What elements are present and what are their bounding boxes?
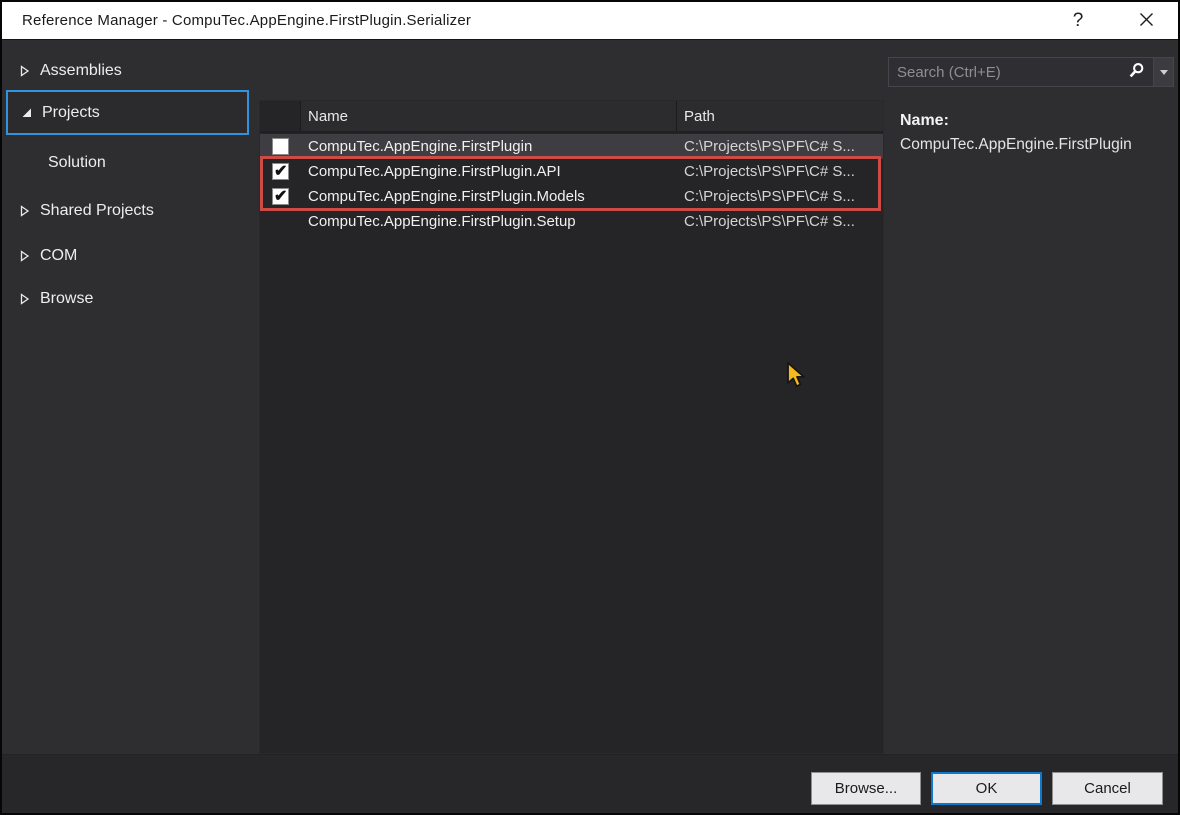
chevron-right-icon (20, 250, 34, 262)
project-name: CompuTec.AppEngine.FirstPlugin.Models (301, 188, 677, 205)
project-path: C:\Projects\PS\PF\C# S... (677, 138, 883, 155)
sidebar-item-browse[interactable]: Browse (2, 285, 252, 313)
project-path: C:\Projects\PS\PF\C# S... (677, 163, 883, 180)
search-box (888, 57, 1174, 87)
browse-button[interactable]: Browse... (811, 772, 921, 805)
search-options-dropdown[interactable] (1153, 58, 1173, 86)
details-panel: Name: CompuTec.AppEngine.FirstPlugin (900, 112, 1176, 154)
chevron-down-icon (1160, 70, 1168, 75)
reference-checkbox[interactable] (272, 163, 289, 180)
window-title: Reference Manager - CompuTec.AppEngine.F… (22, 12, 471, 29)
column-header-name[interactable]: Name (301, 101, 677, 131)
table-row[interactable]: CompuTec.AppEngine.FirstPlugin.API C:\Pr… (260, 159, 883, 184)
row-checkbox-cell (260, 138, 301, 155)
project-name: CompuTec.AppEngine.FirstPlugin (301, 138, 677, 155)
table-row[interactable]: CompuTec.AppEngine.FirstPlugin.Models C:… (260, 184, 883, 209)
detail-name-value: CompuTec.AppEngine.FirstPlugin (900, 136, 1176, 154)
sidebar-item-label: Solution (48, 154, 106, 172)
sidebar-item-label: COM (40, 247, 77, 265)
search-input[interactable] (889, 58, 1119, 86)
chevron-right-icon (20, 205, 34, 217)
reference-manager-dialog: Reference Manager - CompuTec.AppEngine.F… (0, 0, 1180, 815)
chevron-right-icon (20, 65, 34, 77)
project-list: Name Path CompuTec.AppEngine.FirstPlugin… (259, 100, 884, 754)
sidebar-item-projects[interactable]: Projects (6, 90, 249, 135)
sidebar-item-label: Browse (40, 290, 93, 308)
project-path: C:\Projects\PS\PF\C# S... (677, 213, 883, 230)
detail-name-label: Name: (900, 112, 1176, 130)
reference-checkbox[interactable] (272, 138, 289, 155)
title-bar: Reference Manager - CompuTec.AppEngine.F… (2, 2, 1178, 40)
sidebar-item-assemblies[interactable]: Assemblies (2, 57, 252, 85)
search-icon (1128, 62, 1145, 82)
project-name: CompuTec.AppEngine.FirstPlugin.API (301, 163, 677, 180)
sidebar-item-solution[interactable]: Solution (2, 149, 252, 177)
reference-checkbox[interactable] (272, 188, 289, 205)
column-header-path[interactable]: Path (677, 101, 883, 131)
column-header-checkbox (260, 101, 301, 131)
chevron-right-icon (20, 293, 34, 305)
cancel-button[interactable]: Cancel (1052, 772, 1163, 805)
project-path: C:\Projects\PS\PF\C# S... (677, 188, 883, 205)
sidebar-item-label: Assemblies (40, 62, 122, 80)
search-button[interactable] (1119, 58, 1153, 86)
table-header: Name Path (260, 101, 883, 133)
sidebar-item-shared-projects[interactable]: Shared Projects (2, 197, 252, 225)
dialog-body: Assemblies Projects Solution Shared Proj… (2, 41, 1178, 813)
table-row[interactable]: CompuTec.AppEngine.FirstPlugin.Setup C:\… (260, 209, 883, 234)
close-icon (1139, 12, 1154, 30)
ok-button[interactable]: OK (931, 772, 1042, 805)
row-checkbox-cell (260, 163, 301, 180)
help-button[interactable]: ? (1056, 2, 1100, 40)
row-checkbox-cell (260, 188, 301, 205)
sidebar-item-com[interactable]: COM (2, 242, 252, 270)
chevron-expanded-icon (20, 106, 35, 119)
table-row[interactable]: CompuTec.AppEngine.FirstPlugin C:\Projec… (260, 134, 883, 159)
project-name: CompuTec.AppEngine.FirstPlugin.Setup (301, 213, 677, 230)
sidebar-item-label: Shared Projects (40, 202, 154, 220)
close-button[interactable] (1124, 2, 1168, 40)
sidebar-item-label: Projects (42, 104, 100, 122)
